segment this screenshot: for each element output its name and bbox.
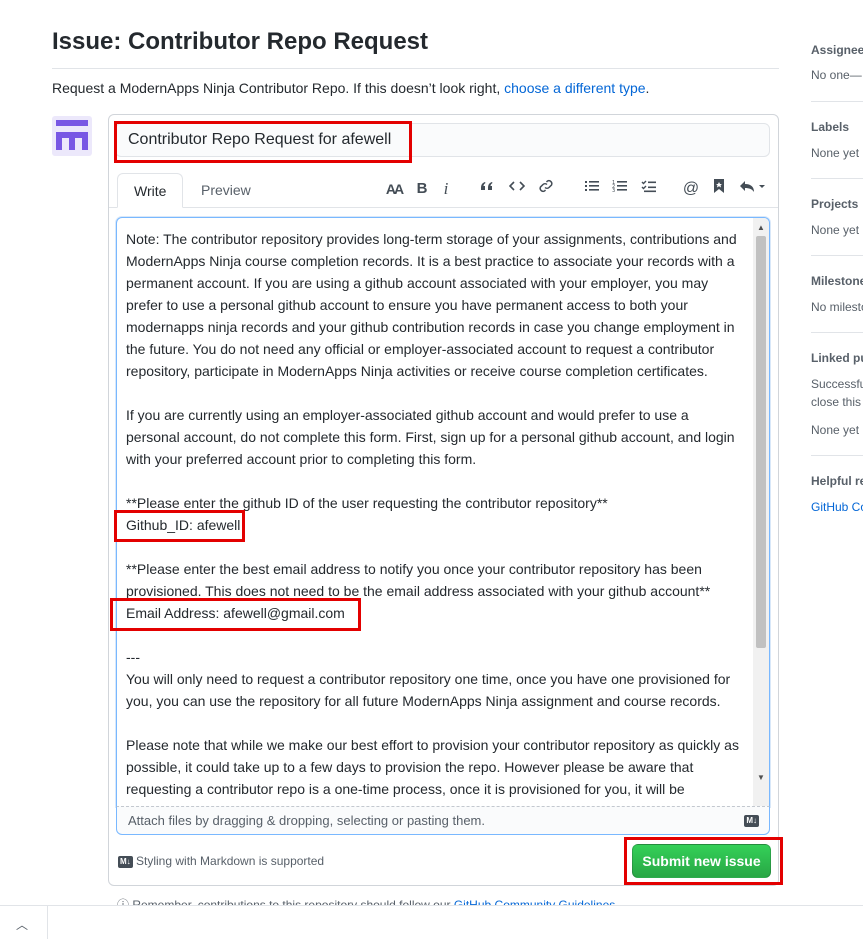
body-line: permanent account. If you are using a gi… xyxy=(126,275,709,291)
page-subtitle: Request a ModernApps Ninja Contributor R… xyxy=(52,80,649,96)
linked-pr-line1: Successful xyxy=(811,377,863,391)
scroll-thumb[interactable] xyxy=(756,236,766,648)
subtitle-end: . xyxy=(645,80,650,96)
tab-write[interactable]: Write xyxy=(117,173,184,208)
body-line: provisioned. This does not need to be th… xyxy=(126,583,711,599)
body-line: repository, participate in ModernApps Ni… xyxy=(126,363,708,379)
bold-icon[interactable]: B xyxy=(410,178,434,200)
subtitle-text: Request a ModernApps Ninja Contributor R… xyxy=(52,80,505,96)
projects-heading[interactable]: Projects xyxy=(811,197,858,211)
sidebar-divider xyxy=(811,255,863,256)
body-line: Github_ID: afewell xyxy=(126,517,241,533)
helpful-resources-heading: Helpful re xyxy=(811,474,863,488)
body-line: --- xyxy=(126,649,140,665)
unordered-list-icon[interactable] xyxy=(580,178,604,200)
scroll-up-icon[interactable]: ▲ xyxy=(753,220,769,236)
body-line: Email Address: afewell@gmail.com xyxy=(126,605,345,621)
bottom-bar: ︿ xyxy=(0,905,863,939)
sidebar-divider xyxy=(811,455,863,456)
sidebar-divider xyxy=(811,178,863,179)
assignees-value: No one— xyxy=(811,68,862,82)
body-line: possible, it could take up to a few days… xyxy=(126,759,694,775)
italic-icon[interactable]: i xyxy=(434,178,458,200)
body-paragraph: --- You will only need to request a contr… xyxy=(126,646,748,712)
body-line: **Please enter the github ID of the user… xyxy=(126,495,608,511)
text-size-icon[interactable]: AA xyxy=(382,178,406,200)
body-line: with your preferred account prior to com… xyxy=(126,451,477,467)
tab-preview[interactable]: Preview xyxy=(185,173,267,208)
reference-icon[interactable] xyxy=(707,178,731,200)
markdown-icon: M↓ xyxy=(744,815,759,827)
body-line: ModernApps Ninja course completion recor… xyxy=(126,253,735,269)
linked-pr-value: None yet xyxy=(811,423,860,437)
reply-icon[interactable] xyxy=(738,178,768,200)
body-paragraph: Please note that while we make our best … xyxy=(126,734,748,800)
issue-body-text: Note: The contributor repository provide… xyxy=(126,228,748,807)
body-line: requesting a contributor repo is a one-t… xyxy=(126,781,685,797)
scroll-down-icon[interactable]: ▼ xyxy=(753,770,769,786)
body-line: modernapps ninja records and your github… xyxy=(126,319,735,335)
body-line: Note: The contributor repository provide… xyxy=(126,231,737,247)
body-line: prefer to use a personal github account … xyxy=(126,297,688,313)
bottom-divider xyxy=(47,906,48,939)
issue-body-textarea[interactable]: Note: The contributor repository provide… xyxy=(116,217,770,807)
body-line: you, you can use the repository for all … xyxy=(126,693,721,709)
body-line: If you are currently using an employer-a… xyxy=(126,407,689,423)
code-icon[interactable] xyxy=(505,178,529,200)
projects-value: None yet xyxy=(811,223,860,237)
ordered-list-icon[interactable]: 123 xyxy=(608,178,632,200)
linked-pr-heading: Linked pu xyxy=(811,351,863,365)
markdown-note-text: Styling with Markdown is supported xyxy=(136,854,325,868)
linked-pr-line2: close this xyxy=(811,395,862,409)
markdown-small-icon: M↓ xyxy=(118,855,133,868)
task-list-icon[interactable] xyxy=(637,178,661,200)
body-line: personal account, do not complete this f… xyxy=(126,429,735,445)
page-title: Issue: Contributor Repo Request xyxy=(52,28,429,55)
body-paragraph: Note: The contributor repository provide… xyxy=(126,228,748,382)
avatar[interactable] xyxy=(52,116,92,156)
svg-text:3: 3 xyxy=(612,188,615,194)
body-line: **Please enter the best email address to… xyxy=(126,561,702,577)
quote-icon[interactable] xyxy=(475,178,499,200)
title-divider xyxy=(52,68,779,69)
identicon-icon xyxy=(56,120,88,150)
markdown-note[interactable]: M↓ Styling with Markdown is supported xyxy=(118,854,324,868)
sidebar-divider xyxy=(811,101,863,102)
body-paragraph: **Please enter the github ID of the user… xyxy=(126,492,748,536)
chevron-up-icon[interactable]: ︿ xyxy=(16,916,28,933)
attach-files-bar[interactable]: Attach files by dragging & dropping, sel… xyxy=(116,806,770,835)
body-paragraph: If you are currently using an employer-a… xyxy=(126,404,748,470)
body-line: the future. You do not need any official… xyxy=(126,341,715,357)
body-line: Please note that while we make our best … xyxy=(126,737,739,753)
choose-type-link[interactable]: choose a different type xyxy=(504,80,645,96)
editor-scrollbar[interactable]: ▲ ▼ xyxy=(753,218,769,806)
submit-new-issue-button[interactable]: Submit new issue xyxy=(632,844,771,878)
body-paragraph: **Please enter the best email address to… xyxy=(126,558,748,624)
labels-heading[interactable]: Labels xyxy=(811,120,849,134)
mention-icon[interactable]: @ xyxy=(679,178,703,200)
attach-text: Attach files by dragging & dropping, sel… xyxy=(128,813,485,828)
body-line: You will only need to request a contribu… xyxy=(126,671,731,687)
assignees-heading[interactable]: Assignees xyxy=(811,43,863,57)
milestone-value: No milesto xyxy=(811,300,863,314)
sidebar-divider xyxy=(811,332,863,333)
helpful-resources-link[interactable]: GitHub Co xyxy=(811,500,863,514)
link-icon[interactable] xyxy=(534,178,558,200)
issue-title-input[interactable]: Contributor Repo Request for afewell xyxy=(115,123,770,157)
labels-value: None yet xyxy=(811,146,860,160)
milestone-heading[interactable]: Milestone xyxy=(811,274,863,288)
